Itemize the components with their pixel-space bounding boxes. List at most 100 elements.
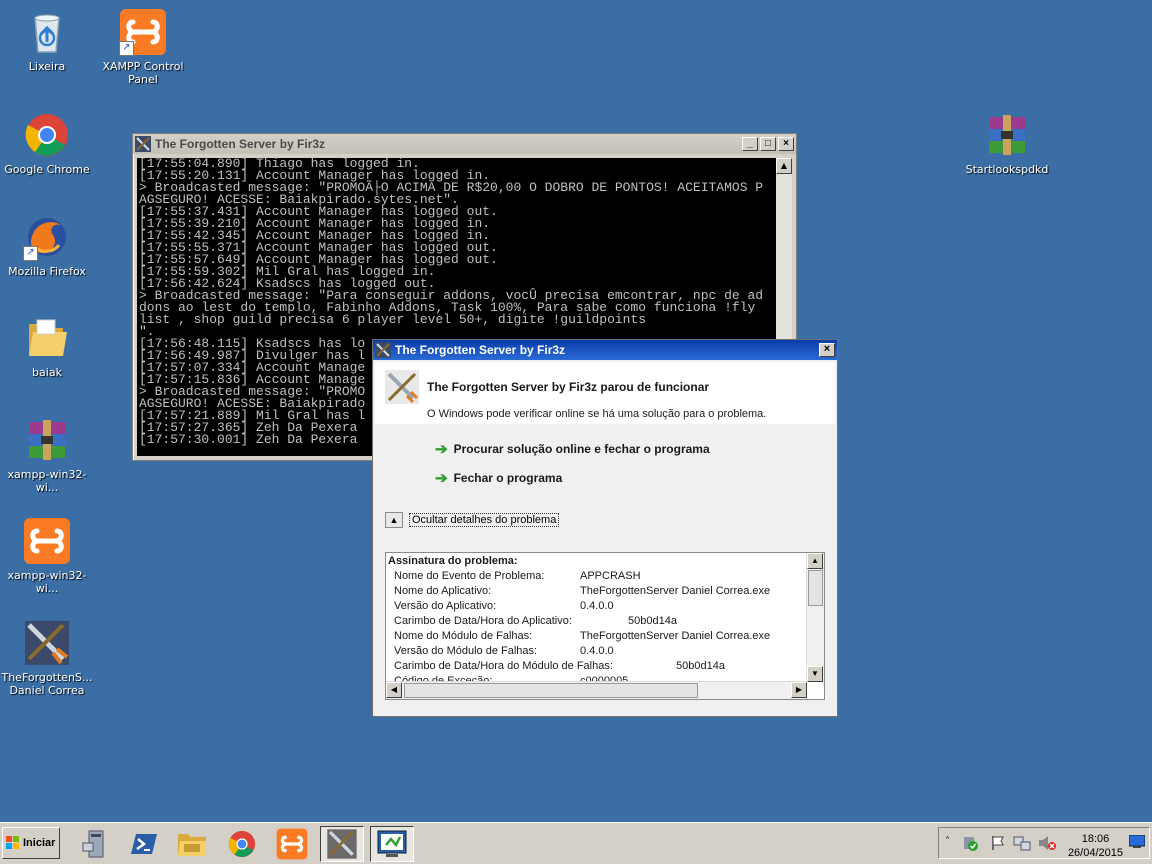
search-online-label: Procurar solução online e fechar o progr… [453,442,710,456]
dialog-title: The Forgotten Server by Fir3z [395,343,566,357]
detail-label: Nome do Módulo de Falhas: [394,630,533,642]
taskbar-explorer[interactable] [170,826,214,862]
windows-logo-icon [6,836,19,849]
details-vertical-scrollbar[interactable]: ▲ ▼ [806,553,824,682]
action-center-icon[interactable] [961,834,979,852]
signature-title: Assinatura do problema: [388,555,518,567]
system-tray: ˄ 18:06 26/04/2015 [938,827,1150,859]
scroll-thumb[interactable] [404,683,698,698]
firefox-icon: ↗ [23,213,71,261]
folder-icon [178,834,206,856]
console-titlebar[interactable]: The Forgotten Server by Fir3z _ □ × [133,134,796,154]
scroll-left-arrow-icon[interactable]: ◀ [386,682,402,698]
taskbar-error-reporting[interactable] [370,826,414,862]
scroll-right-arrow-icon[interactable]: ▶ [791,682,807,698]
error-report-icon [377,830,407,857]
clock[interactable]: 18:06 26/04/2015 [1068,832,1123,860]
taskbar-forgotten-server[interactable] [320,826,364,862]
forgotten-server-icon [385,370,419,404]
server-manager-icon [82,830,104,858]
chrome-icon [23,111,71,159]
taskbar-powershell[interactable] [122,826,166,862]
forgotten-server-icon [23,619,71,667]
forgotten-server-icon [375,342,391,358]
detail-value: TheForgottenServer Daniel Correa.exe [580,630,771,642]
clock-date: 26/04/2015 [1067,847,1123,859]
start-button[interactable]: Iniciar [2,827,60,859]
chevron-up-icon[interactable]: ▲ [385,512,403,528]
desktop-icon-xampp-archive[interactable]: xampp-win32-wi... [1,416,93,494]
scroll-up-arrow-icon[interactable]: ▲ [807,553,823,569]
search-online-option[interactable]: ➔ Procurar solução online e fechar o pro… [435,440,710,458]
desktop-icon-xampp-control-panel[interactable]: ↗ XAMPP Control Panel [97,8,189,86]
xampp-icon [276,828,308,860]
detail-value: TheForgottenServer Daniel Correa.exe [580,585,771,597]
flag-icon[interactable] [989,834,1007,852]
desktop-icon-lixeira[interactable]: Lixeira [1,8,93,73]
detail-row: Carimbo de Data/Hora do Aplicativo: 50b0… [394,615,677,627]
scroll-thumb[interactable] [808,570,823,606]
close-button[interactable]: × [778,137,794,151]
toggle-details-label[interactable]: Ocultar detalhes do problema [409,513,560,527]
show-desktop-icon[interactable] [1129,835,1145,849]
powershell-icon [131,834,157,854]
toggle-details[interactable]: ▲ Ocultar detalhes do problema [385,512,560,528]
start-label: Iniciar [23,837,56,849]
desktop-icon-xampp-installer[interactable]: xampp-win32-wi... [1,517,93,595]
clock-time: 18:06 [1081,833,1110,845]
xampp-icon [23,517,71,565]
taskbar-xampp[interactable] [270,826,314,862]
detail-value: 50b0d14a [676,660,725,672]
dialog-titlebar[interactable]: The Forgotten Server by Fir3z × [373,340,837,360]
detail-row: Carimbo de Data/Hora do Módulo de Falhas… [394,660,725,672]
desktop-icon-google-chrome[interactable]: Google Chrome [1,111,93,176]
winrar-icon [983,111,1031,159]
close-program-label: Fechar o programa [453,471,563,485]
detail-row: Nome do Módulo de Falhas: TheForgottenSe… [394,630,770,642]
console-line: list , shop guild precisa 6 player level… [139,312,647,327]
detail-value: 0.4.0.0 [580,645,614,657]
detail-row: Nome do Evento de Problema: APPCRASH [394,570,641,582]
taskbar-chrome[interactable] [220,826,264,862]
scroll-up-arrow-icon[interactable]: ▲ [776,158,792,174]
taskbar: Iniciar ˄ 18:06 26/04/2015 [0,822,1152,864]
problem-details[interactable]: Assinatura do problema: Nome do Evento d… [385,552,825,700]
detail-row: Versão do Aplicativo: 0.4.0.0 [394,600,614,612]
detail-value: 50b0d14a [628,615,677,627]
minimize-button[interactable]: _ [742,137,758,151]
detail-label: Carimbo de Data/Hora do Aplicativo: [394,615,572,627]
maximize-button[interactable]: □ [760,137,776,151]
details-horizontal-scrollbar[interactable]: ◀ ▶ [386,681,807,699]
xampp-icon: ↗ [119,8,167,56]
detail-label: Versão do Aplicativo: [394,600,497,612]
scroll-down-arrow-icon[interactable]: ▼ [807,666,823,682]
desktop-icon-baiak[interactable]: baiak [1,314,93,379]
chrome-icon [228,830,256,858]
dialog-close-button[interactable]: × [819,343,835,357]
dialog-header: The Forgotten Server by Fir3z parou de f… [375,362,835,424]
detail-row: Versão do Módulo de Falhas: 0.4.0.0 [394,645,614,657]
crash-dialog[interactable]: The Forgotten Server by Fir3z × The Forg… [372,339,838,717]
close-program-option[interactable]: ➔ Fechar o programa [435,469,562,487]
detail-row: Nome do Aplicativo: TheForgottenServer D… [394,585,770,597]
chevron-up-icon[interactable]: ˄ [945,836,950,847]
detail-label: Nome do Aplicativo: [394,585,492,597]
desktop-icon-mozilla-firefox[interactable]: ↗ Mozilla Firefox [1,213,93,278]
dialog-info: O Windows pode verificar online se há um… [427,408,767,420]
green-arrow-icon: ➔ [435,470,448,487]
recycle-bin-icon [23,8,71,56]
desktop-icon-forgotten-server[interactable]: TheForgottenS... Daniel Correa [1,619,93,697]
detail-label: Nome do Evento de Problema: [394,570,545,582]
detail-value: APPCRASH [580,570,641,582]
desktop-icon-startlookspdkd[interactable]: Startlookspdkd [961,111,1053,176]
folder-icon [23,314,71,362]
volume-muted-icon[interactable] [1037,834,1057,852]
detail-label: Carimbo de Data/Hora do Módulo de Falhas… [394,660,613,672]
console-title: The Forgotten Server by Fir3z [155,137,326,151]
winrar-icon [23,416,71,464]
taskbar-server-manager[interactable] [74,826,118,862]
detail-value: 0.4.0.0 [580,600,614,612]
network-icon[interactable] [1013,834,1031,852]
dialog-heading: The Forgotten Server by Fir3z parou de f… [427,380,710,394]
forgotten-server-icon [135,136,151,152]
